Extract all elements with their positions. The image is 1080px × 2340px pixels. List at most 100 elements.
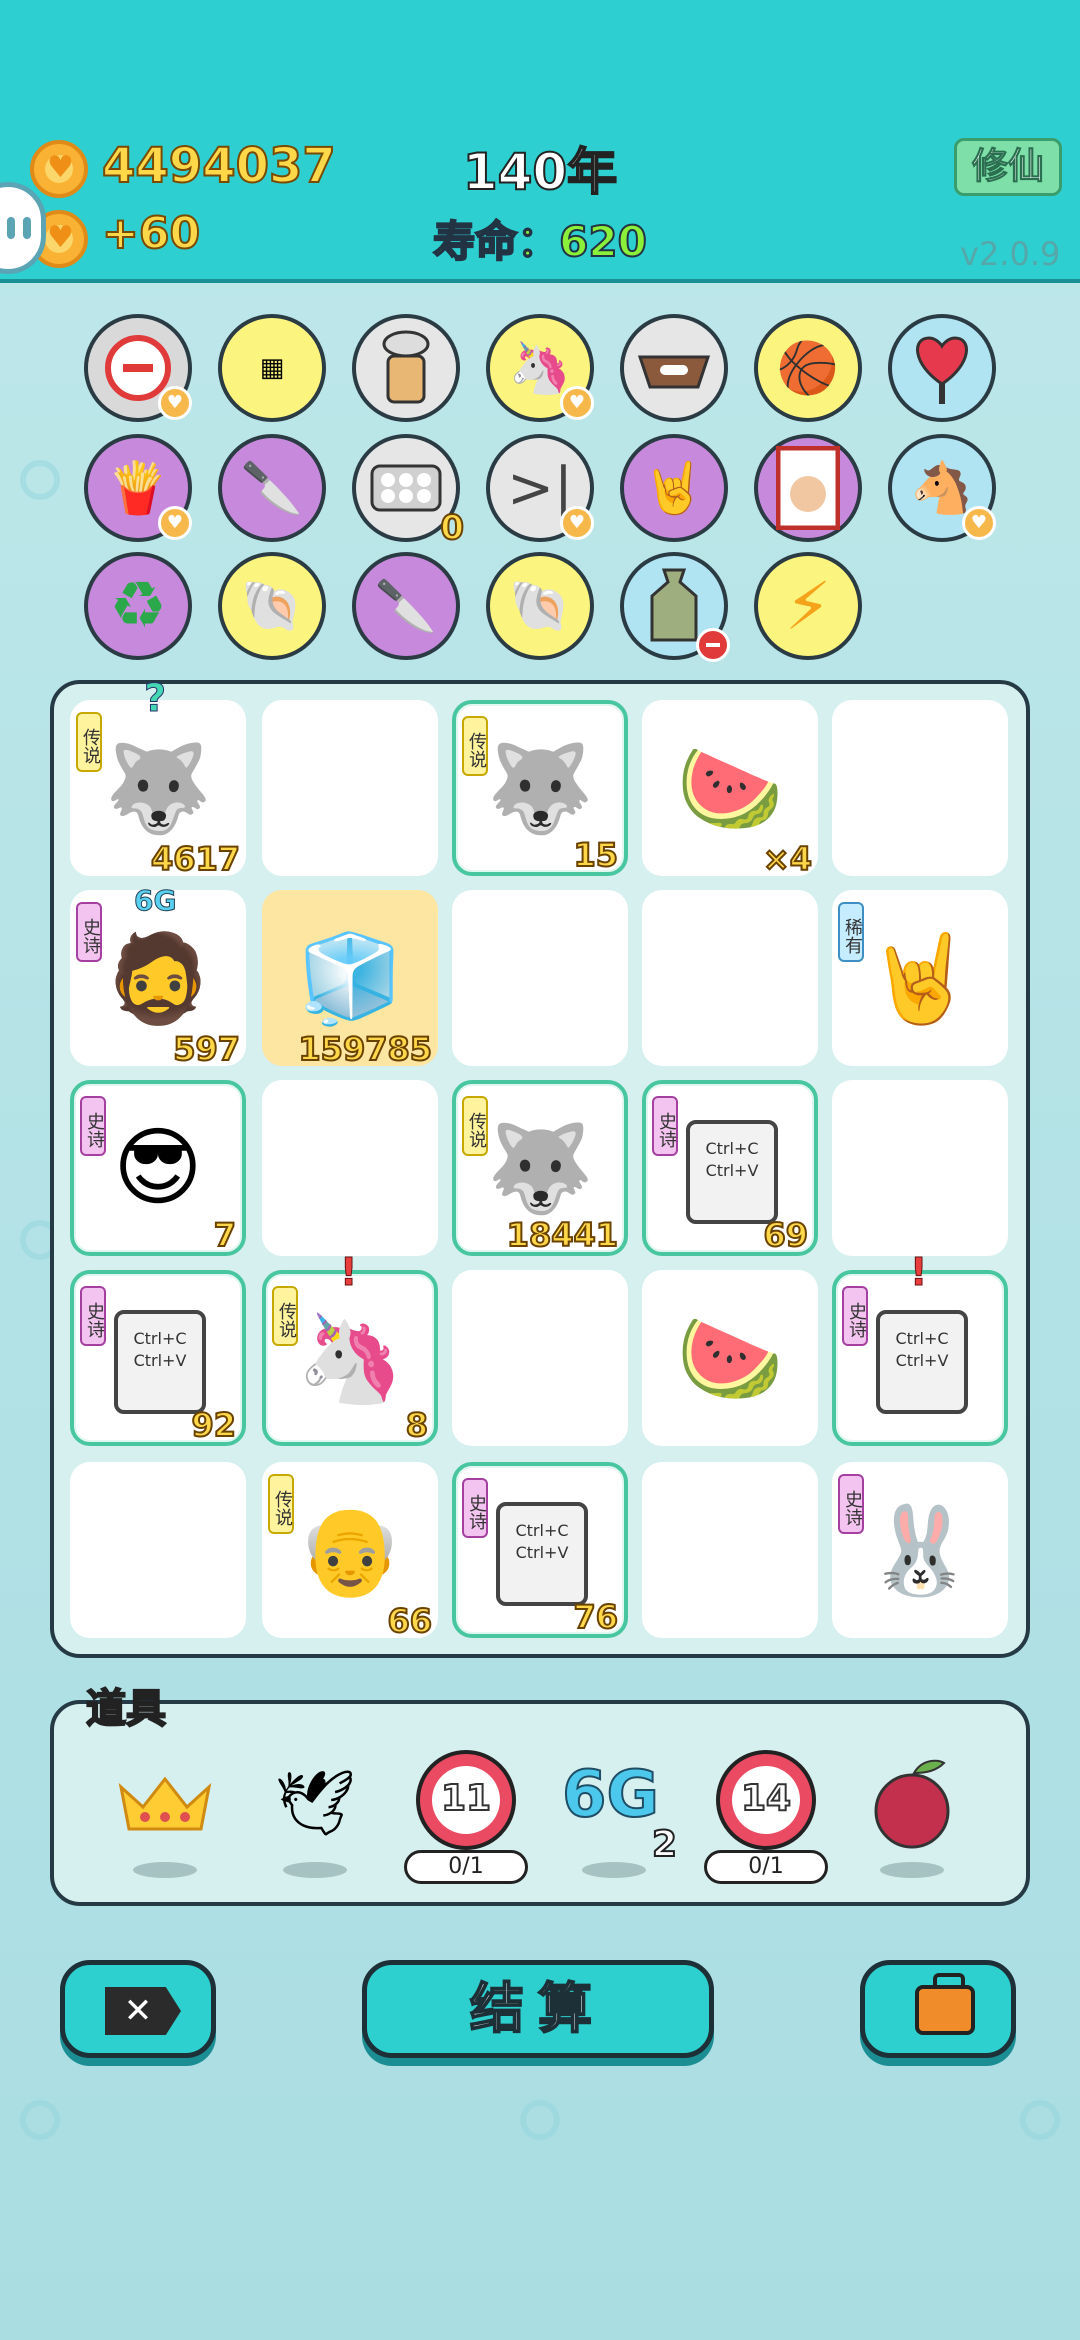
lightning-icon[interactable]: ⚡	[754, 552, 862, 660]
rarity-tag: 史诗	[842, 1286, 868, 1346]
board-cell[interactable]: 😎 史诗 7	[70, 1080, 246, 1256]
heart-sign-icon[interactable]	[888, 314, 996, 422]
board-cell[interactable]	[452, 1270, 628, 1446]
heart-badge-icon: ♥	[560, 506, 594, 540]
coin-total: 4494037	[101, 137, 337, 195]
board-cell[interactable]	[832, 1080, 1008, 1256]
crown-prop[interactable]	[110, 1758, 220, 1848]
props-title: 道具	[85, 1685, 167, 1733]
board-cell[interactable]: 🐺 传说 15	[452, 700, 628, 876]
recycle-icon[interactable]: ♻	[84, 552, 192, 660]
version-label: v2.0.9	[960, 235, 1061, 273]
cell-value: 18441	[506, 1215, 619, 1255]
xiuxian-button[interactable]: 修仙	[954, 138, 1062, 196]
heart-badge-icon: ♥	[158, 506, 192, 540]
rarity-tag: 史诗	[80, 1096, 106, 1156]
sixg-prop[interactable]: 6G	[561, 1757, 660, 1833]
life-counter: 寿命：620	[432, 216, 648, 267]
cleaver-icon[interactable]: 🔪	[352, 552, 460, 660]
cell-value: 7	[213, 1215, 237, 1255]
basketballs-icon[interactable]: 🏀	[754, 314, 862, 422]
cell-value: 597	[172, 1029, 241, 1069]
time-magazine-icon[interactable]	[754, 434, 862, 542]
skip-icon[interactable]: >| ♥	[486, 434, 594, 542]
heart-badge-icon: ♥	[158, 386, 192, 420]
board-cell[interactable]: Ctrl+C Ctrl+V 史诗 76	[452, 1462, 628, 1638]
target-prop[interactable]: 14	[716, 1750, 816, 1850]
board-cell[interactable]: 🍉 ×4	[642, 700, 818, 879]
bg-ring-decoration	[20, 460, 60, 500]
rarity-tag: 史诗	[462, 1478, 488, 1538]
french-fries-icon[interactable]: 🍟 ♥	[84, 434, 192, 542]
board-cell[interactable]	[832, 700, 1008, 876]
board-cell[interactable]: Ctrl+C Ctrl+V 史诗 69	[642, 1080, 818, 1256]
prop-shadow	[283, 1862, 347, 1878]
horse-couple-icon[interactable]: 🐴 ♥	[888, 434, 996, 542]
minus-sign-icon[interactable]: ♥	[84, 314, 192, 422]
board-cell[interactable]: 🐰 史诗	[832, 1462, 1008, 1638]
exclamation-icon: !	[339, 1250, 358, 1295]
top-bar: ♥ 4494037 ♥ +60 140年 寿命：620 修仙 v2.0.9	[0, 0, 1080, 283]
bg-ring-decoration	[520, 2100, 560, 2140]
bubble-tea-icon[interactable]	[352, 314, 460, 422]
watermelon-icon: 🍉	[676, 1308, 784, 1409]
board-cell[interactable]	[70, 1462, 246, 1638]
rarity-tag: 史诗	[838, 1474, 864, 1534]
rarity-tag: 史诗	[652, 1096, 678, 1156]
egg-tray-count: 0	[439, 507, 465, 549]
ctrl-c-label: Ctrl+C	[515, 1521, 569, 1540]
wang-tiles-icon[interactable]: ▦	[218, 314, 326, 422]
dog-food-bowl-icon[interactable]	[620, 314, 728, 422]
question-mark-icon: ?	[143, 676, 167, 721]
board-cell[interactable]: 🧔 史诗 6G 597	[70, 884, 246, 1069]
heart-badge-icon: ♥	[962, 506, 996, 540]
board-cell[interactable]	[262, 700, 438, 876]
shell-icon[interactable]: 🐚	[486, 552, 594, 660]
board-cell[interactable]: Ctrl+C Ctrl+V 史诗!	[832, 1250, 1008, 1446]
cell-value: ×4	[762, 839, 813, 879]
rarity-tag: 史诗	[76, 902, 102, 962]
exclamation-icon: !	[909, 1250, 928, 1295]
coin-gain: +60	[101, 207, 201, 260]
time-magazine-graphic	[776, 446, 840, 530]
board-cell[interactable]: 🐺 传说? 4617	[70, 676, 246, 879]
board-cell[interactable]	[452, 890, 628, 1066]
settle-button[interactable]: 结算	[362, 1960, 714, 2058]
board-cell[interactable]: Ctrl+C Ctrl+V 史诗 92	[70, 1270, 246, 1446]
board-cell[interactable]: 🦄 传说! 8	[262, 1250, 438, 1446]
shell-icon[interactable]: 🐚	[218, 552, 326, 660]
recycle-glyph: ♻	[109, 569, 167, 643]
target-prop-number: 11	[440, 1777, 492, 1820]
copy-paste-card-icon: Ctrl+C Ctrl+V	[876, 1298, 994, 1414]
ctrl-c-label: Ctrl+C	[895, 1329, 949, 1348]
rock-hand-icon[interactable]: 🤘	[620, 434, 728, 542]
ctrl-c-label: Ctrl+C	[705, 1139, 759, 1158]
rarity-tag: 史诗	[80, 1286, 106, 1346]
board-cell[interactable]	[642, 890, 818, 1066]
board-cell[interactable]: 🤘 稀有	[832, 890, 1008, 1066]
unicorn-icon[interactable]: 🦄 ♥	[486, 314, 594, 422]
board-cell[interactable]: 🐺 传说 18441	[452, 1080, 628, 1256]
board-cell[interactable]	[642, 1462, 818, 1638]
board-cell[interactable]	[262, 1080, 438, 1256]
egg-tray-icon[interactable]: 0	[352, 434, 465, 549]
board-cell[interactable]: 🧊 159785	[262, 890, 438, 1069]
pigeon-prop[interactable]: 🕊	[260, 1758, 370, 1848]
cleaver-icon[interactable]: 🔪	[218, 434, 326, 542]
trash-bag-icon[interactable]	[620, 552, 730, 662]
cell-value: 4617	[150, 839, 241, 879]
bag-button[interactable]	[860, 1960, 1016, 2058]
prop-shadow	[133, 1862, 197, 1878]
board-cell[interactable]: 🍉	[642, 1270, 818, 1446]
board-cell[interactable]: 👴 传说 66	[262, 1462, 438, 1641]
target-prop[interactable]: 11	[416, 1750, 516, 1850]
lychee-prop[interactable]	[858, 1758, 968, 1849]
rarity-tag: 传说	[268, 1474, 294, 1534]
prop-shadow	[880, 1862, 944, 1878]
target-prop-number: 14	[740, 1777, 792, 1820]
quit-button[interactable]: ✕	[60, 1960, 216, 2058]
ctrl-v-label: Ctrl+V	[133, 1351, 187, 1370]
cell-value: 76	[572, 1597, 619, 1637]
crown-icon	[118, 1776, 212, 1831]
bubble-tea-graphic	[382, 330, 430, 404]
